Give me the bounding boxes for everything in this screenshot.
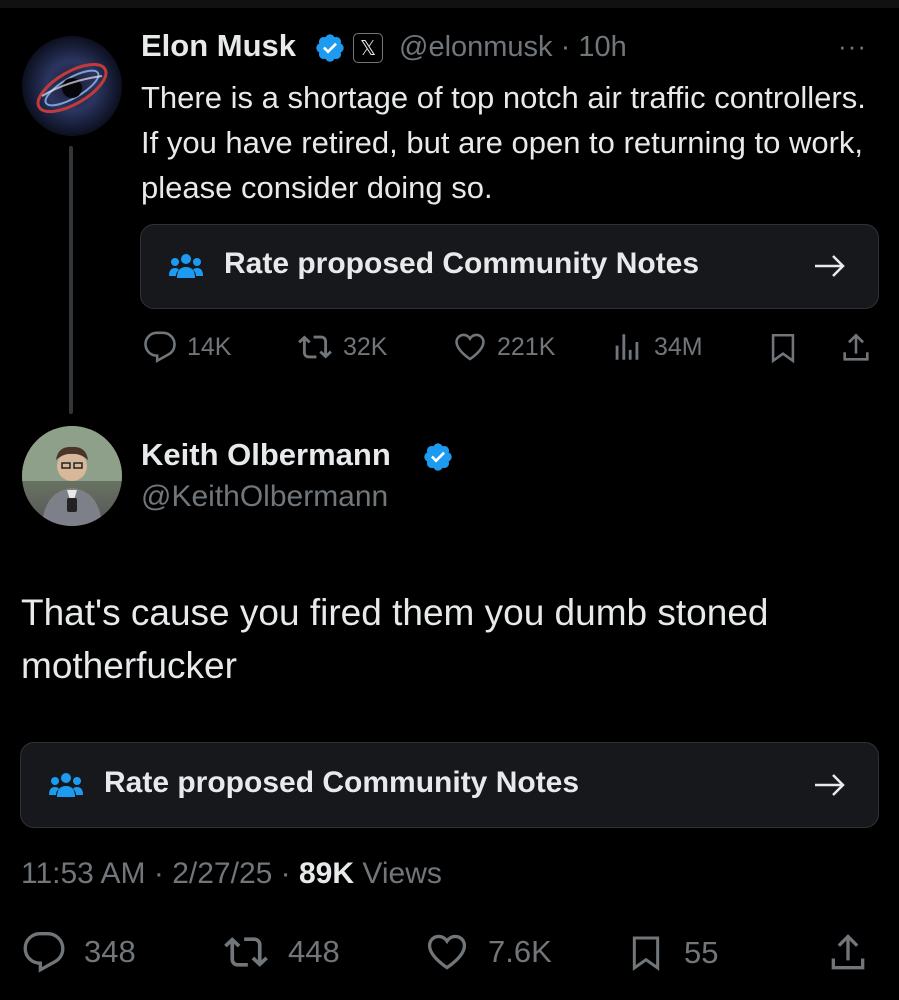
like-icon bbox=[455, 333, 485, 361]
views-count: 89K bbox=[299, 857, 355, 890]
keith-avatar[interactable] bbox=[22, 426, 122, 526]
like-action[interactable]: 7.6K bbox=[424, 930, 552, 974]
verified-badge-icon bbox=[316, 34, 344, 62]
separator-dot: · bbox=[280, 857, 291, 890]
rate-community-notes-button[interactable]: Rate proposed Community Notes bbox=[20, 742, 879, 828]
arrow-right-icon bbox=[815, 255, 845, 277]
repost-action[interactable]: 448 bbox=[222, 930, 340, 974]
tweet-text: There is a shortage of top notch air tra… bbox=[141, 80, 866, 205]
handle-and-time: @elonmusk · 10h bbox=[399, 31, 627, 64]
tweet-time[interactable]: 10h bbox=[578, 31, 626, 63]
repost-count: 448 bbox=[288, 934, 340, 969]
bookmark-action[interactable]: 55 bbox=[626, 930, 718, 976]
author-handle[interactable]: @KeithOlbermann bbox=[141, 480, 388, 514]
repost-count: 32K bbox=[343, 332, 388, 361]
repost-action[interactable]: 32K bbox=[297, 330, 387, 364]
repost-icon bbox=[298, 335, 332, 359]
elon-avatar[interactable] bbox=[22, 36, 122, 136]
bookmark-count: 55 bbox=[684, 935, 719, 970]
author-name[interactable]: Keith Olbermann bbox=[141, 437, 391, 473]
reply-icon bbox=[144, 331, 176, 363]
reply-count: 14K bbox=[187, 332, 232, 361]
views-label: Views bbox=[362, 857, 442, 890]
like-action[interactable]: 221K bbox=[453, 330, 555, 364]
community-notes-icon bbox=[169, 254, 203, 278]
community-notes-label: Rate proposed Community Notes bbox=[104, 766, 580, 799]
repost-icon bbox=[224, 937, 268, 967]
rate-community-notes-button[interactable]: Rate proposed Community Notes bbox=[140, 224, 879, 309]
x-premium-icon: 𝕏 bbox=[353, 33, 383, 63]
tweet-date[interactable]: 2/27/25 bbox=[172, 857, 272, 890]
arrow-right-icon bbox=[815, 774, 845, 796]
tweet-time[interactable]: 11:53 AM bbox=[21, 857, 146, 890]
share-icon[interactable] bbox=[826, 930, 870, 976]
like-icon bbox=[427, 934, 467, 970]
reply-icon bbox=[23, 932, 65, 973]
more-icon[interactable]: ··· bbox=[838, 33, 878, 59]
bookmark-icon[interactable] bbox=[766, 330, 800, 366]
community-notes-label: Rate proposed Community Notes bbox=[224, 247, 700, 280]
author-name[interactable]: Elon Musk bbox=[141, 28, 296, 64]
share-icon[interactable] bbox=[839, 330, 873, 366]
tweet-text: That's cause you fired them you dumb sto… bbox=[21, 592, 769, 686]
views-icon bbox=[615, 334, 639, 360]
community-notes-icon bbox=[49, 773, 83, 797]
views-count: 34M bbox=[654, 332, 703, 361]
thread-connector-line bbox=[69, 146, 73, 414]
reply-action[interactable]: 14K bbox=[143, 330, 231, 364]
tweet-meta: 11:53 AM · 2/27/25 · 89K Views bbox=[21, 857, 442, 891]
separator-dot: · bbox=[560, 31, 571, 63]
reply-count: 348 bbox=[84, 934, 136, 969]
views-action[interactable]: 34M bbox=[610, 330, 703, 364]
bookmark-icon bbox=[632, 936, 660, 971]
reply-action[interactable]: 348 bbox=[22, 930, 136, 974]
top-edge bbox=[0, 0, 899, 8]
separator-dot: · bbox=[153, 857, 164, 890]
verified-badge-icon bbox=[424, 443, 452, 471]
author-handle[interactable]: @elonmusk bbox=[399, 31, 553, 63]
like-count: 221K bbox=[497, 332, 556, 361]
like-count: 7.6K bbox=[488, 934, 552, 969]
